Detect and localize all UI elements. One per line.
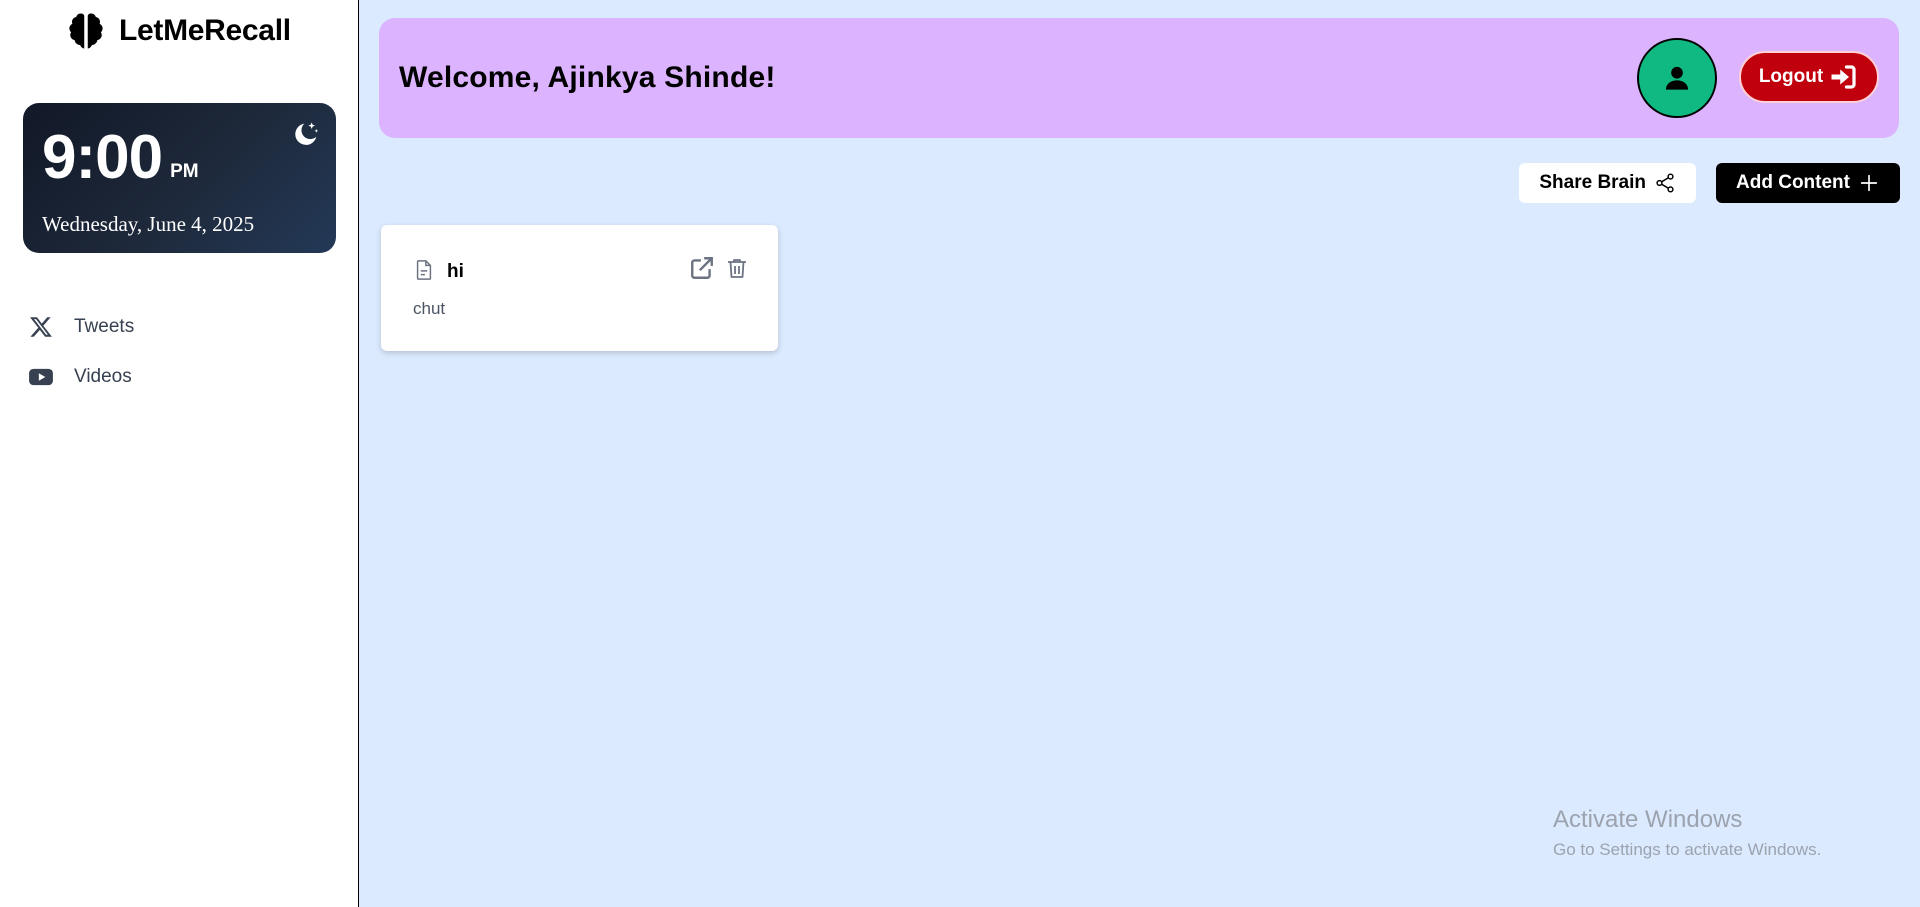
x-logo-icon — [30, 317, 52, 337]
clock-date: Wednesday, June 4, 2025 — [42, 212, 255, 236]
avatar[interactable] — [1637, 38, 1717, 118]
content-card: hi chut — [381, 225, 778, 351]
logout-label: Logout — [1758, 66, 1824, 87]
logout-button[interactable]: Logout — [1739, 51, 1879, 103]
sign-in-icon — [1831, 65, 1856, 89]
brain-icon — [69, 13, 103, 49]
document-icon — [416, 260, 432, 280]
watermark-subtitle: Go to Settings to activate Windows. — [1553, 840, 1822, 859]
external-link-icon[interactable] — [689, 255, 715, 281]
youtube-icon — [29, 368, 53, 386]
main-content: Welcome, Ajinkya Shinde! Logout Share Br… — [359, 0, 1920, 907]
welcome-header: Welcome, Ajinkya Shinde! Logout — [379, 18, 1899, 138]
clock-widget: 9:00 PM Wednesday, June 4, 2025 — [23, 103, 336, 253]
sidebar-nav: Tweets Videos — [28, 302, 134, 402]
windows-watermark: Activate Windows Go to Settings to activ… — [1553, 806, 1821, 860]
share-icon — [1656, 173, 1674, 193]
share-brain-button[interactable]: Share Brain — [1519, 163, 1697, 203]
clock-time: 9:00 — [42, 123, 163, 192]
card-body: chut — [413, 299, 446, 318]
welcome-title: Welcome, Ajinkya Shinde! — [399, 61, 776, 94]
trash-icon[interactable] — [725, 255, 749, 281]
add-content-label: Add Content — [1736, 172, 1850, 193]
sidebar: LetMeRecall 9:00 PM Wednesday, June 4, 2… — [0, 0, 359, 907]
clock-time-row: 9:00 PM — [42, 127, 199, 189]
brand[interactable]: LetMeRecall — [65, 10, 291, 52]
action-bar: Share Brain Add Content — [1519, 163, 1900, 203]
card-title: hi — [447, 261, 464, 282]
watermark-title: Activate Windows — [1553, 806, 1743, 833]
clock-ampm: PM — [170, 161, 199, 182]
add-content-button[interactable]: Add Content — [1716, 163, 1900, 203]
sidebar-item-label: Videos — [74, 366, 132, 387]
app-name: LetMeRecall — [119, 14, 291, 47]
share-brain-label: Share Brain — [1539, 172, 1647, 193]
user-icon — [1665, 66, 1689, 90]
sidebar-item-videos[interactable]: Videos — [28, 352, 134, 402]
sidebar-item-label: Tweets — [74, 316, 135, 337]
app-root: LetMeRecall 9:00 PM Wednesday, June 4, 2… — [0, 0, 1920, 907]
sidebar-item-tweets[interactable]: Tweets — [28, 302, 134, 352]
plus-icon — [1860, 174, 1878, 192]
moon-stars-icon — [295, 122, 319, 145]
